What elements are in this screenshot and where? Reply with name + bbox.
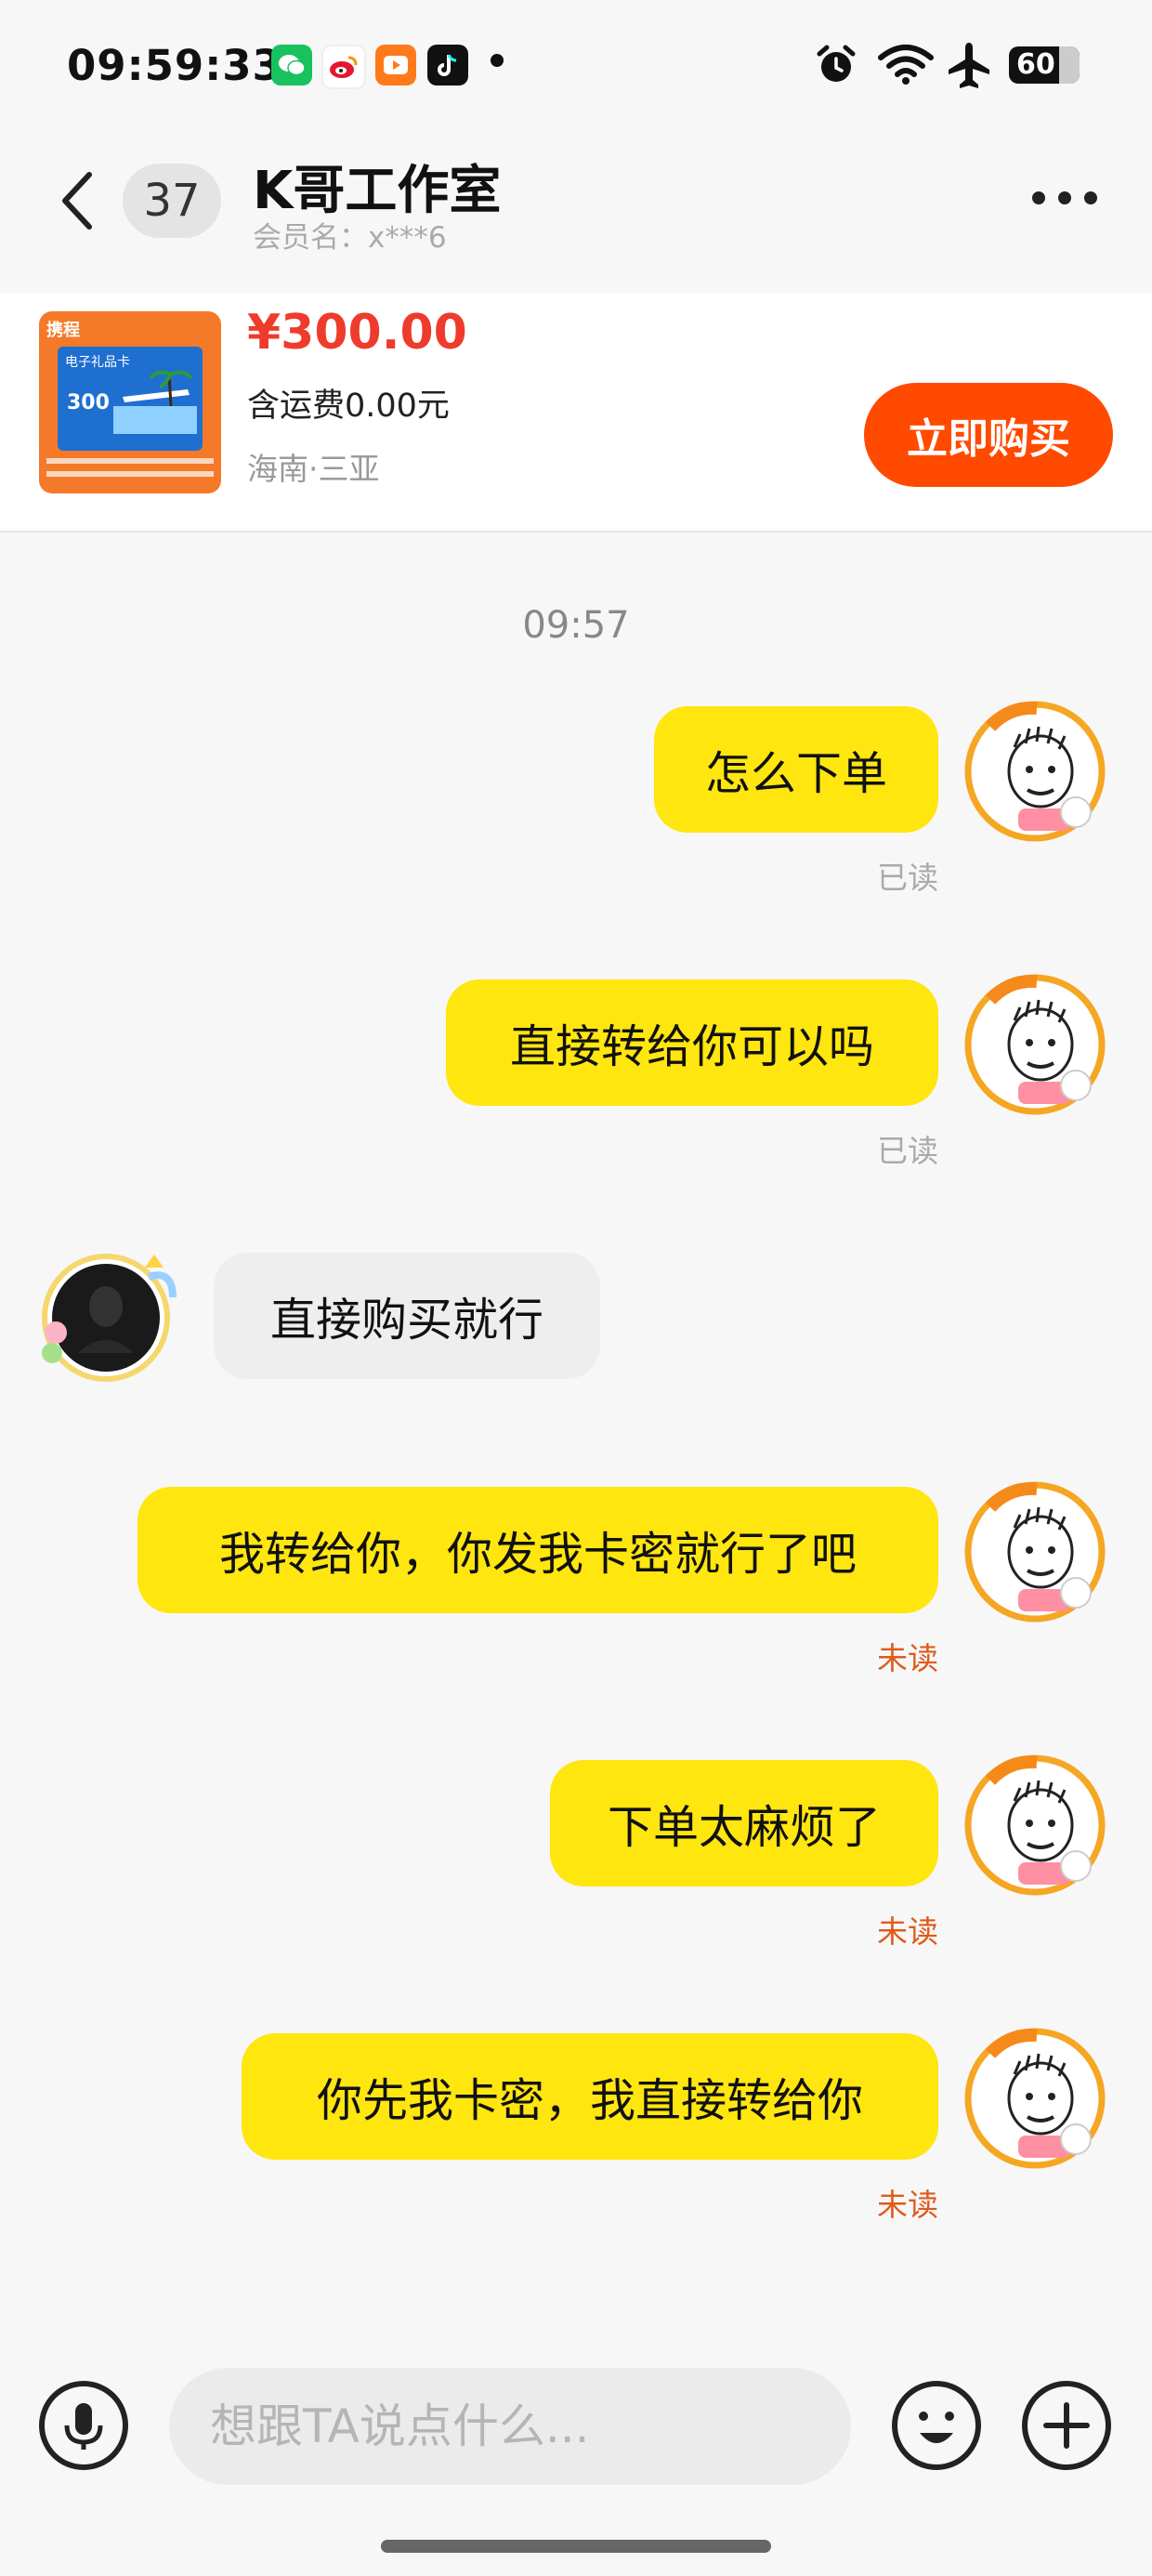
gift-card-image: 电子礼品卡 300 [58,347,203,451]
message-input[interactable] [169,2368,851,2485]
add-attachment-icon[interactable] [1020,2379,1113,2472]
airplane-mode-icon [946,41,992,93]
wifi-icon [877,43,935,89]
my-avatar[interactable] [962,972,1107,1117]
more-notifications-dot [491,54,504,67]
thumb-brand: 携程 [46,321,80,340]
product-location: 海南·三亚 [247,451,380,487]
message-bubble-sent[interactable]: 我转给你，你发我卡密就行了吧 [137,1487,938,1613]
home-indicator[interactable] [381,2540,771,2553]
my-avatar[interactable] [962,1753,1107,1898]
battery-icon: 60 [1009,46,1080,84]
product-price: ¥300.00 [247,305,467,361]
unread-status: 未读 [877,2187,938,2223]
message-bubble-sent[interactable]: 直接转给你可以吗 [446,979,938,1106]
chat-timestamp: 09:57 [522,604,630,647]
unread-status: 未读 [877,1640,938,1676]
message-bubble-received[interactable]: 直接购买就行 [214,1253,600,1379]
my-avatar[interactable] [962,699,1107,844]
product-thumbnail[interactable]: 携程 电子礼品卡 300 [39,311,221,493]
alarm-icon [814,43,858,91]
unread-count-badge[interactable]: 37 [123,164,221,238]
member-name: 会员名：x***6 [253,221,447,255]
message-bubble-sent[interactable]: 下单太麻烦了 [550,1760,938,1886]
page-title: K哥工作室 [253,161,502,221]
battery-level: 60 [1016,48,1055,81]
more-options-icon[interactable] [1029,184,1100,212]
read-status: 已读 [877,860,938,896]
voice-input-icon[interactable] [37,2379,130,2472]
back-icon[interactable] [52,167,108,234]
status-time: 09:59:33 [67,41,282,90]
wechat-icon [271,45,312,85]
tiktok-icon [427,45,468,85]
thumb-subtitle: 电子礼品卡 [65,355,130,370]
message-bubble-sent[interactable]: 你先我卡密，我直接转给你 [242,2033,938,2160]
my-avatar[interactable] [962,2026,1107,2171]
unread-status: 未读 [877,1913,938,1950]
buy-now-button[interactable]: 立即购买 [864,383,1113,487]
shipping-fee: 含运费0.00元 [247,388,450,425]
weibo-icon [321,45,366,89]
emoji-icon[interactable] [890,2379,983,2472]
thumb-value: 300 [67,391,110,414]
video-app-icon [375,45,416,85]
message-bubble-sent[interactable]: 怎么下单 [654,706,938,833]
seller-avatar[interactable] [33,1242,178,1387]
read-status: 已读 [877,1133,938,1169]
my-avatar[interactable] [962,1479,1107,1624]
